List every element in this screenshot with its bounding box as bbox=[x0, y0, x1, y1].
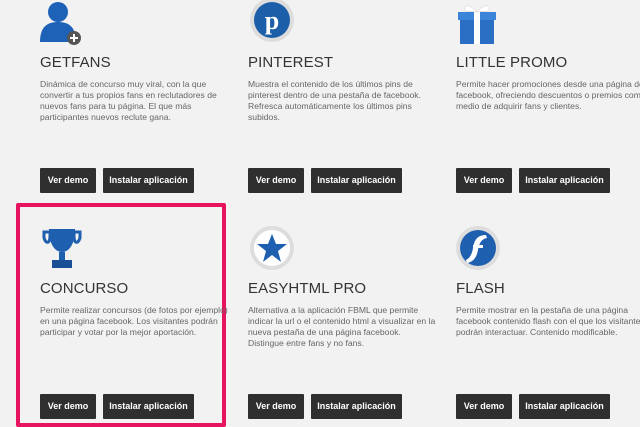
app-card-concurso: CONCURSO Permite realizar concursos (de … bbox=[40, 226, 240, 426]
app-card-little-promo: LITTLE PROMO Permite hacer promociones d… bbox=[456, 0, 640, 200]
install-app-button[interactable]: Instalar aplicación bbox=[311, 394, 402, 419]
app-name: PINTEREST bbox=[248, 54, 334, 71]
app-card-easyhtml-pro: EASYHTML PRO Alternativa a la aplicación… bbox=[248, 226, 448, 426]
app-card-flash: FLASH Permite mostrar en la pestaña de u… bbox=[456, 226, 640, 426]
flash-icon bbox=[456, 226, 506, 276]
star-icon bbox=[248, 226, 298, 276]
trophy-icon bbox=[40, 226, 90, 276]
ver-demo-button[interactable]: Ver demo bbox=[456, 394, 512, 419]
svg-text:p: p bbox=[265, 6, 279, 35]
ver-demo-button[interactable]: Ver demo bbox=[456, 168, 512, 193]
install-app-button[interactable]: Instalar aplicación bbox=[103, 394, 194, 419]
install-app-button[interactable]: Instalar aplicación bbox=[519, 168, 610, 193]
ver-demo-button[interactable]: Ver demo bbox=[40, 168, 96, 193]
pinterest-icon: p bbox=[248, 0, 298, 50]
ver-demo-button[interactable]: Ver demo bbox=[248, 168, 304, 193]
ver-demo-button[interactable]: Ver demo bbox=[40, 394, 96, 419]
app-description: Permite hacer promociones desde una pági… bbox=[456, 79, 640, 111]
app-description: Alternativa a la aplicación FBML que per… bbox=[248, 305, 436, 348]
install-app-button[interactable]: Instalar aplicación bbox=[311, 168, 402, 193]
app-name: FLASH bbox=[456, 280, 505, 297]
ver-demo-button[interactable]: Ver demo bbox=[248, 394, 304, 419]
app-name: CONCURSO bbox=[40, 280, 129, 297]
app-description: Permite mostrar en la pestaña de una pág… bbox=[456, 305, 640, 337]
app-card-pinterest: p PINTEREST Muestra el contenido de los … bbox=[248, 0, 448, 200]
install-app-button[interactable]: Instalar aplicación bbox=[103, 168, 194, 193]
app-card-getfans: GETFANS Dinámica de concurso muy viral, … bbox=[40, 0, 240, 200]
app-name: LITTLE PROMO bbox=[456, 54, 568, 71]
app-description: Dinámica de concurso muy viral, con la q… bbox=[40, 79, 217, 122]
app-description: Permite realizar concursos (de fotos por… bbox=[40, 305, 228, 337]
gift-icon bbox=[456, 0, 506, 50]
app-name: GETFANS bbox=[40, 54, 111, 71]
user-add-icon bbox=[40, 0, 90, 50]
app-description: Muestra el contenido de los últimos pins… bbox=[248, 79, 421, 122]
install-app-button[interactable]: Instalar aplicación bbox=[519, 394, 610, 419]
app-name: EASYHTML PRO bbox=[248, 280, 367, 297]
